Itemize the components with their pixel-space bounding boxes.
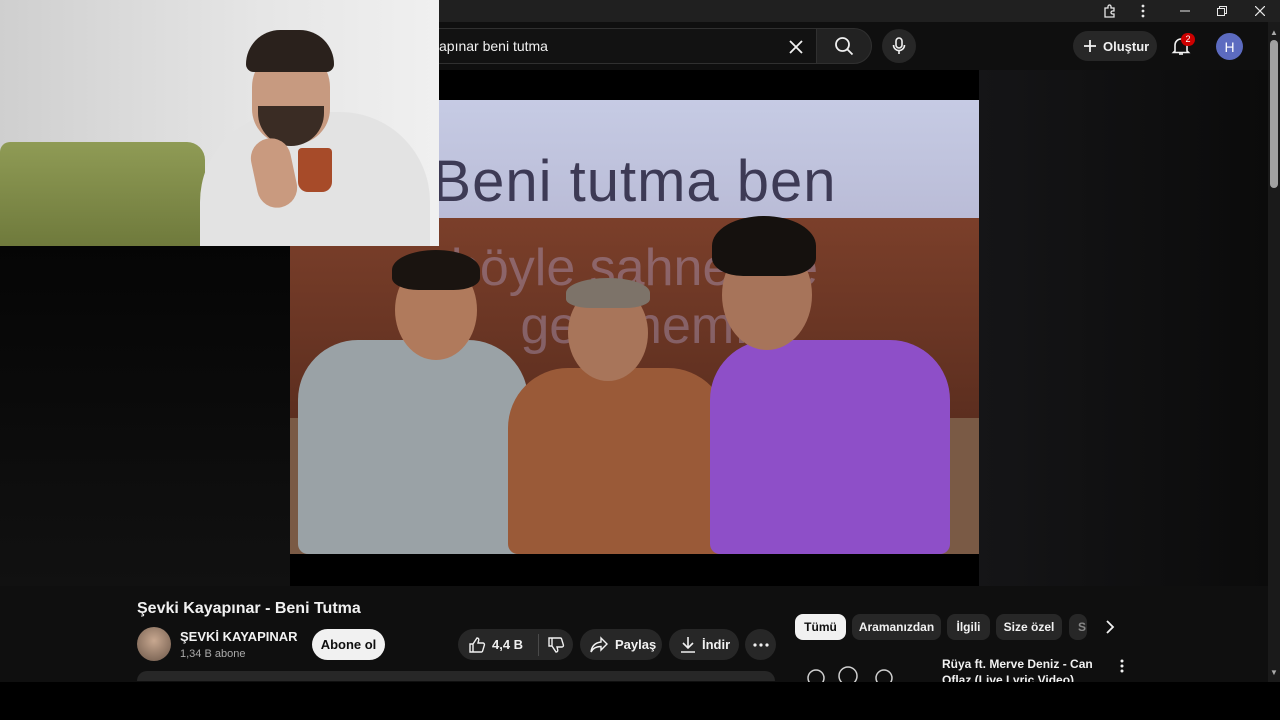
person-middle	[508, 368, 728, 554]
notification-badge: 2	[1181, 33, 1195, 46]
chip-related[interactable]: İlgili	[947, 614, 990, 640]
search-query: apınar beni tutma	[439, 38, 548, 54]
channel-name[interactable]: ŞEVKİ KAYAPINAR	[180, 629, 298, 644]
dislike-button[interactable]	[539, 636, 573, 654]
search-button[interactable]	[816, 28, 872, 64]
search-icon	[835, 37, 854, 56]
screen-bottom-bar	[0, 682, 1280, 720]
chip-for-you[interactable]: Size özel	[996, 614, 1062, 640]
scrollbar-thumb[interactable]	[1270, 40, 1278, 188]
recommendation-title[interactable]: Rüya ft. Merve Deniz - Can Oflaz (Live L…	[942, 656, 1114, 682]
clear-icon	[789, 40, 803, 54]
thumbs-up-icon	[469, 636, 486, 653]
like-dislike-pill: 4,4 B	[458, 629, 573, 660]
voice-search-button[interactable]	[882, 29, 916, 63]
clear-search-button[interactable]	[782, 33, 810, 61]
search-input[interactable]: apınar beni tutma	[400, 28, 816, 64]
share-icon	[590, 635, 608, 652]
chip-truncated[interactable]: S	[1069, 614, 1087, 640]
restore-icon[interactable]	[1207, 0, 1237, 22]
create-button[interactable]: Oluştur	[1073, 31, 1157, 61]
plus-icon	[1084, 40, 1096, 52]
minimize-icon[interactable]	[1170, 0, 1200, 22]
player-letterbox	[0, 246, 290, 586]
more-actions-button[interactable]	[745, 629, 776, 660]
account-avatar[interactable]: H	[1216, 33, 1243, 60]
sofa	[0, 142, 205, 246]
recommendation-thumbnail[interactable]	[796, 656, 934, 682]
tea-glass	[298, 148, 332, 192]
share-button[interactable]: Paylaş	[580, 629, 662, 660]
person-left	[298, 340, 528, 554]
recommendation-menu-icon[interactable]	[1114, 656, 1130, 676]
download-button[interactable]: İndir	[669, 629, 739, 660]
microphone-icon	[892, 37, 906, 54]
like-count: 4,4 B	[492, 637, 524, 652]
scroll-up-arrow-icon[interactable]: ▲	[1268, 28, 1280, 38]
create-label: Oluştur	[1103, 38, 1150, 54]
subscriber-count: 1,34 B abone	[180, 648, 246, 660]
person-right	[710, 340, 950, 554]
scroll-down-arrow-icon[interactable]: ▼	[1268, 668, 1280, 678]
like-button[interactable]: 4,4 B	[458, 636, 538, 654]
video-title: Şevki Kayapınar - Beni Tutma	[137, 600, 361, 617]
more-horizontal-icon	[752, 642, 769, 647]
chip-from-search[interactable]: Aramanızdan	[852, 614, 941, 640]
download-label: İndir	[702, 637, 731, 652]
share-label: Paylaş	[615, 637, 657, 652]
player-ambient	[979, 70, 1268, 586]
close-icon[interactable]	[1245, 0, 1275, 22]
subscribe-button[interactable]: Abone ol	[312, 629, 385, 660]
description-box[interactable]	[137, 671, 775, 681]
chevron-right-icon	[1106, 620, 1115, 634]
channel-avatar[interactable]	[137, 627, 171, 661]
chips-next-button[interactable]	[1097, 614, 1123, 640]
chip-all[interactable]: Tümü	[795, 614, 846, 640]
download-icon	[681, 636, 695, 653]
browser-menu-icon[interactable]	[1128, 0, 1158, 22]
extensions-icon[interactable]	[1095, 0, 1125, 22]
thumbs-down-icon	[548, 636, 565, 653]
webcam-overlay	[0, 0, 439, 246]
